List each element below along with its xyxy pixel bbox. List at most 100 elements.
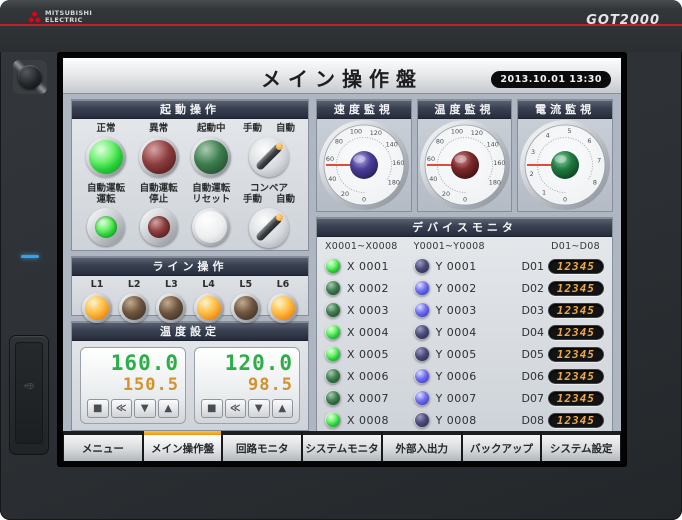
navy-off-lamp-icon xyxy=(415,259,429,273)
temp-panel: 温度設定 160.0 150.5 ■ ≪ ▼ ▲ 120.0 98.5 ■ ≪ … xyxy=(71,321,309,431)
y-device-row: Y 0001 xyxy=(414,255,503,277)
svg-text:5: 5 xyxy=(568,127,572,135)
selector-right-label: 自動 xyxy=(276,194,295,205)
device-monitor-panel: デバイスモニタ X0001~X0008Y0001~Y0008D01~D08 X … xyxy=(316,217,613,436)
gauge-title: 電流監視 xyxy=(518,100,612,119)
line-lamp-button[interactable]: L1 xyxy=(82,279,112,323)
d-register-display: 12345 xyxy=(548,303,604,318)
navy-off-lamp-icon xyxy=(415,325,429,339)
monitor-col-header: D01~D08 xyxy=(502,241,604,252)
svg-text:60: 60 xyxy=(326,155,334,163)
svg-text:20: 20 xyxy=(441,190,449,198)
tab-6[interactable]: システム設定 xyxy=(542,431,620,461)
startup-button[interactable]: 自動運転停止 xyxy=(133,183,185,248)
temp-btn-down[interactable]: ▼ xyxy=(134,399,156,418)
push-button-icon[interactable] xyxy=(140,208,178,246)
svg-text:80: 80 xyxy=(435,138,443,146)
mitsubishi-diamonds-icon xyxy=(28,11,41,23)
startup-button[interactable]: 自動運転運転 xyxy=(80,183,132,248)
line-lamp-button[interactable]: L2 xyxy=(119,279,149,323)
line-lamp-button[interactable]: L4 xyxy=(194,279,224,323)
main-area: 起動操作 正常 異常 起動中 手動 自動 自動運転運転 xyxy=(71,99,613,430)
temp-setpoint-value: 120.0 xyxy=(201,351,293,375)
tab-2[interactable]: 回路モニタ xyxy=(223,431,301,461)
startup-panel: 起動操作 正常 異常 起動中 手動 自動 自動運転運転 xyxy=(71,99,309,251)
brand-line2: ELECTRIC xyxy=(45,17,92,24)
tab-3[interactable]: システムモニタ xyxy=(303,431,381,461)
d-register-display: 12345 xyxy=(548,325,604,340)
brown-off-lamp-icon xyxy=(234,296,258,320)
temp-current-value: 98.5 xyxy=(201,375,293,395)
monitor-col-header: Y0001~Y0008 xyxy=(414,241,503,252)
svg-text:0: 0 xyxy=(462,196,466,204)
temp-btn-up[interactable]: ▲ xyxy=(272,399,294,418)
line-lamp-button[interactable]: L3 xyxy=(156,279,186,323)
green-on-lamp-icon xyxy=(326,325,340,339)
got2000-device: MITSUBISHI ELECTRIC GOT2000 ⬲ メイン操作盤 201… xyxy=(0,0,682,520)
temp-btn-down[interactable]: ▼ xyxy=(248,399,270,418)
svg-text:60: 60 xyxy=(426,155,434,163)
x-device-row: X 0005 xyxy=(325,343,414,365)
tab-1[interactable]: メイン操作盤 xyxy=(144,431,222,461)
rotary-switch-icon[interactable] xyxy=(249,208,289,248)
tab-5[interactable]: バックアップ xyxy=(463,431,541,461)
gauge-panel: 速度監視 020406080100120140160180 xyxy=(316,99,412,212)
d-register-row: D05 12345 xyxy=(502,343,604,365)
svg-text:6: 6 xyxy=(588,137,592,145)
d-register-row: D06 12345 xyxy=(502,365,604,387)
tab-0[interactable]: メニュー xyxy=(64,431,142,461)
x-device-row: X 0003 xyxy=(325,299,414,321)
green-off-lamp-icon xyxy=(326,303,340,317)
brown-off-lamp-icon xyxy=(122,296,146,320)
push-button-icon[interactable] xyxy=(87,208,125,246)
temp-btn-up[interactable]: ▲ xyxy=(158,399,180,418)
conveyor-selector[interactable]: コンベア 手動 自動 xyxy=(238,183,300,248)
y-device-row: Y 0003 xyxy=(414,299,503,321)
startup-lamp: 起動中 xyxy=(185,123,237,177)
d-register-row: D08 12345 xyxy=(502,409,604,431)
tab-4[interactable]: 外部入出力 xyxy=(383,431,461,461)
temp-btn-stop[interactable]: ■ xyxy=(87,399,109,418)
d-register-display: 12345 xyxy=(548,391,604,406)
svg-text:140: 140 xyxy=(385,141,397,149)
usb-cover[interactable]: ⬲ xyxy=(9,335,49,455)
gauge-dial-icon: 020406080100120140160180 xyxy=(318,119,410,211)
manual-auto-selector[interactable]: 手動 自動 xyxy=(238,123,300,177)
svg-text:180: 180 xyxy=(488,178,500,186)
brown-off-lamp-icon xyxy=(159,296,183,320)
device-monitor-header: デバイスモニタ xyxy=(317,218,612,237)
green-off-lamp-icon xyxy=(194,140,228,174)
utility-button[interactable] xyxy=(13,60,47,94)
y-device-row: Y 0007 xyxy=(414,387,503,409)
d-register-display: 12345 xyxy=(548,259,604,274)
line-lamp-row: L1 L2 L3 L4 L5 L6 xyxy=(72,276,308,328)
green-off-lamp-icon xyxy=(326,281,340,295)
temp-controller: 160.0 150.5 ■ ≪ ▼ ▲ xyxy=(80,347,186,424)
svg-text:40: 40 xyxy=(328,175,336,183)
line-lamp-button[interactable]: L5 xyxy=(231,279,261,323)
y-device-row: Y 0006 xyxy=(414,365,503,387)
lcd: メイン操作盤 2013.10.01 13:30 起動操作 正常 異常 起動中 手… xyxy=(63,58,621,461)
svg-text:140: 140 xyxy=(486,141,498,149)
top-bezel: MITSUBISHI ELECTRIC GOT2000 xyxy=(0,0,682,52)
svg-text:120: 120 xyxy=(370,129,382,137)
temp-btn-stop[interactable]: ■ xyxy=(201,399,223,418)
line-lamp-button[interactable]: L6 xyxy=(268,279,298,323)
rotary-switch-icon[interactable] xyxy=(249,137,289,177)
model-label: GOT2000 xyxy=(586,13,660,28)
push-button-icon[interactable] xyxy=(192,208,230,246)
navy-off-lamp-icon xyxy=(415,347,429,361)
svg-text:8: 8 xyxy=(593,178,597,186)
startup-button[interactable]: 自動運転リセット xyxy=(185,183,237,248)
green-on-lamp-icon xyxy=(89,140,123,174)
temp-btn-fast[interactable]: ≪ xyxy=(111,399,133,418)
temp-btn-fast[interactable]: ≪ xyxy=(225,399,247,418)
svg-text:2: 2 xyxy=(530,170,534,178)
usb-cover-inner xyxy=(15,342,43,444)
d-register-row: D07 12345 xyxy=(502,387,604,409)
blue-on-lamp-icon xyxy=(415,369,429,383)
green-off-lamp-icon xyxy=(326,369,340,383)
svg-text:180: 180 xyxy=(388,178,400,186)
svg-text:0: 0 xyxy=(362,196,366,204)
green-on-lamp-icon xyxy=(326,347,340,361)
